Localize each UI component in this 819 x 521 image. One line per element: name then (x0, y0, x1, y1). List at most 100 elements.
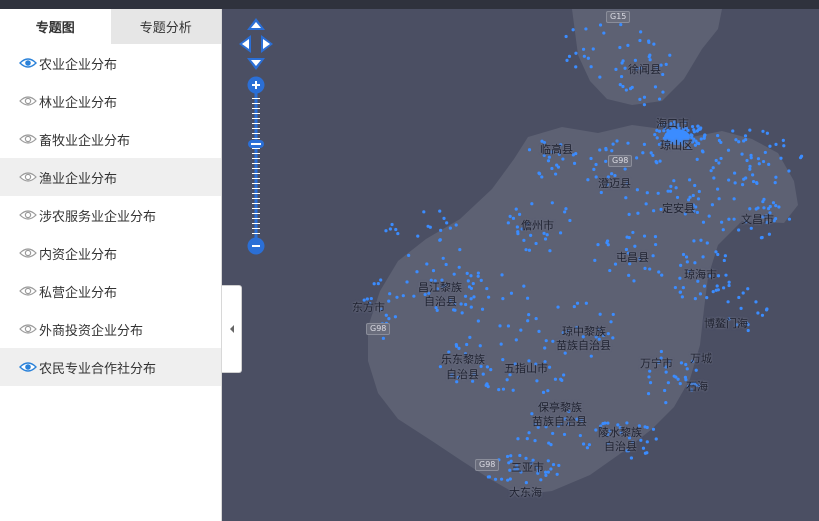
layer-item-livestock[interactable]: 畜牧业企业分布 (0, 120, 221, 158)
enterprise-point (553, 377, 558, 381)
enterprise-point (647, 39, 651, 43)
enterprise-point (756, 206, 760, 210)
enterprise-point (723, 254, 727, 258)
road-shield: G98 (475, 459, 500, 471)
enterprise-point (545, 233, 549, 237)
enterprise-point (765, 131, 769, 135)
enterprise-point (454, 343, 458, 347)
enterprise-point (530, 202, 534, 206)
enterprise-point (621, 84, 625, 89)
enterprise-point (731, 129, 735, 133)
zoom-control[interactable] (247, 76, 265, 256)
layer-list: 农业企业分布 林业企业分布 畜牧业企业分布 渔业企业分布 涉农服务业企业分布 内… (0, 44, 221, 386)
layer-item-agriculture[interactable]: 农业企业分布 (0, 44, 221, 82)
enterprise-point (653, 235, 658, 239)
layer-item-domestic[interactable]: 内资企业分布 (0, 234, 221, 272)
enterprise-point (693, 297, 697, 301)
enterprise-point (405, 280, 409, 284)
enterprise-point (547, 155, 551, 159)
place-label: 自治县 (604, 440, 637, 453)
enterprise-point (643, 266, 647, 270)
tab-thematic-map[interactable]: 专题图 (0, 9, 111, 44)
eye-icon[interactable] (19, 247, 37, 259)
enterprise-point (653, 85, 658, 89)
panel-collapse-handle[interactable] (222, 285, 242, 373)
enterprise-point (732, 217, 736, 221)
enterprise-point (716, 252, 720, 257)
eye-icon[interactable] (19, 323, 37, 335)
enterprise-point (674, 186, 678, 190)
enterprise-point (412, 294, 416, 298)
enterprise-point (561, 157, 565, 161)
enterprise-point (431, 269, 436, 273)
enterprise-point (544, 473, 548, 477)
layer-item-agri-services[interactable]: 涉农服务业企业分布 (0, 196, 221, 234)
enterprise-point (517, 212, 522, 216)
enterprise-point (699, 137, 703, 141)
enterprise-point (768, 204, 772, 209)
zoom-tick (252, 218, 260, 219)
enterprise-point (774, 175, 778, 179)
enterprise-point (763, 150, 767, 155)
enterprise-point (756, 157, 761, 161)
map-canvas[interactable] (222, 9, 819, 521)
enterprise-point (606, 421, 610, 425)
enterprise-point (535, 379, 539, 383)
enterprise-point (651, 427, 656, 431)
enterprise-point (589, 65, 593, 69)
enterprise-point (543, 237, 548, 241)
chevron-left-icon (229, 325, 234, 333)
enterprise-point (716, 133, 720, 138)
road-shield: G15 (606, 11, 631, 23)
enterprise-point (497, 387, 501, 392)
enterprise-point (765, 307, 769, 311)
enterprise-point (741, 291, 745, 295)
enterprise-point (571, 28, 575, 32)
zoom-tick (252, 183, 260, 184)
layer-item-fishery[interactable]: 渔业企业分布 (0, 158, 221, 196)
enterprise-point (524, 456, 528, 460)
enterprise-point (709, 169, 713, 173)
enterprise-point (574, 51, 578, 55)
eye-icon[interactable] (19, 95, 37, 107)
eye-icon[interactable] (19, 361, 37, 373)
pan-control[interactable] (238, 17, 274, 71)
place-label: 三亚市 (511, 461, 544, 474)
enterprise-point (534, 316, 538, 321)
eye-icon[interactable] (19, 209, 37, 221)
layer-item-foreign[interactable]: 外商投资企业分布 (0, 310, 221, 348)
enterprise-point (740, 182, 745, 187)
map-view[interactable]: G15 G98 G98 G98 徐闻县 海口市 琼山区 临高县 澄迈县 定安县 … (222, 9, 819, 521)
enterprise-point (555, 472, 559, 476)
enterprise-point (743, 134, 748, 138)
tab-thematic-analysis[interactable]: 专题分析 (110, 9, 221, 44)
layer-item-cooperative[interactable]: 农民专业合作社分布 (0, 348, 221, 386)
enterprise-point (526, 319, 530, 323)
enterprise-point (696, 197, 701, 201)
enterprise-point (663, 388, 667, 393)
enterprise-point (638, 38, 642, 43)
layer-item-private[interactable]: 私营企业分布 (0, 272, 221, 310)
enterprise-point (648, 381, 653, 385)
enterprise-point (751, 179, 756, 184)
eye-icon[interactable] (19, 285, 37, 297)
eye-icon[interactable] (19, 133, 37, 145)
enterprise-point (581, 47, 586, 51)
enterprise-point (574, 65, 578, 69)
enterprise-point (463, 294, 468, 298)
eye-icon[interactable] (19, 57, 37, 69)
enterprise-point (699, 126, 703, 130)
eye-icon[interactable] (19, 171, 37, 183)
enterprise-point (589, 354, 593, 358)
zoom-track[interactable] (254, 92, 258, 242)
enterprise-point (452, 272, 456, 276)
enterprise-point (542, 231, 546, 235)
enterprise-point (466, 279, 470, 283)
layer-item-forestry[interactable]: 林业企业分布 (0, 82, 221, 120)
enterprise-point (384, 313, 388, 317)
enterprise-point (604, 159, 608, 163)
enterprise-point (476, 274, 480, 278)
enterprise-point (493, 477, 498, 481)
enterprise-point (759, 236, 764, 240)
enterprise-point (664, 62, 668, 66)
